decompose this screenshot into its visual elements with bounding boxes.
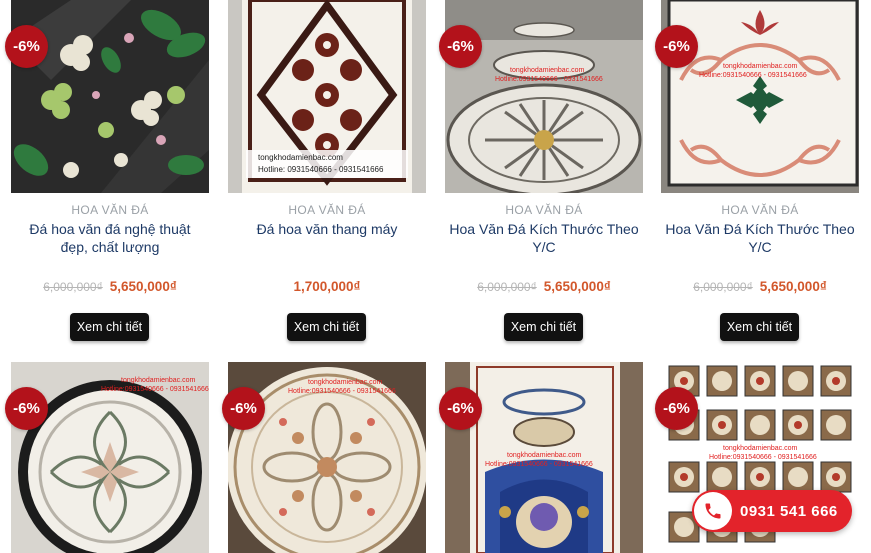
sale-price: 5,650,000₫: [109, 279, 177, 294]
watermark-site: tongkhodamienbac.com: [510, 67, 584, 74]
old-price: 6,000,000₫: [43, 280, 103, 294]
product-price: 6,000,000₫ 5,650,000₫: [661, 279, 859, 294]
stone-pattern-image: tongkhodamienbac.com Hotline:0931540666 …: [228, 362, 426, 553]
sale-price: 5,650,000₫: [759, 279, 827, 294]
watermark-hotline: Hotline:0931540666 - 0931541666: [709, 454, 817, 461]
stone-pattern-image: tongkhodamienbac.com Hotline: 0931540666…: [228, 0, 426, 193]
product-image[interactable]: [11, 0, 209, 193]
watermark-site: tongkhodamienbac.com: [723, 63, 797, 70]
product-card[interactable]: tongkhodamienbac.com Hotline:0931540666 …: [439, 0, 643, 345]
old-price: 6,000,000₫: [693, 280, 753, 294]
stone-pattern-image: tongkhodamienbac.com Hotline:0931540666 …: [445, 0, 643, 193]
discount-badge: -6%: [439, 25, 482, 68]
product-image[interactable]: tongkhodamienbac.com Hotline:0931540666 …: [445, 362, 643, 553]
watermark-hotline: Hotline:0931540666 - 0931541666: [495, 76, 603, 83]
stone-pattern-image: tongkhodamienbac.com Hotline:0931540666 …: [661, 0, 859, 193]
product-card[interactable]: tongkhodamienbac.com Hotline: 0931540666…: [228, 0, 426, 345]
watermark-site: tongkhodamienbac.com: [723, 445, 797, 452]
product-card[interactable]: tongkhodamienbac.com Hotline:0931540666 …: [222, 362, 426, 553]
watermark-site: tongkhodamienbac.com: [121, 377, 195, 384]
watermark-site: tongkhodamienbac.com: [258, 153, 343, 162]
product-card[interactable]: tongkhodamienbac.com Hotline:0931540666 …: [5, 362, 209, 553]
hotline-number: 0931 541 666: [740, 502, 838, 520]
product-image[interactable]: tongkhodamienbac.com Hotline:0931540666 …: [228, 362, 426, 553]
product-price: 6,000,000₫ 5,650,000₫: [11, 279, 209, 294]
watermark-hotline: Hotline: 0931540666 - 0931541666: [258, 165, 384, 174]
stone-pattern-image: tongkhodamienbac.com Hotline:0931540666 …: [11, 362, 209, 553]
hotline-button[interactable]: 0931 541 666: [692, 490, 852, 532]
product-category[interactable]: HOA VĂN ĐÁ: [661, 203, 859, 217]
discount-badge: -6%: [655, 387, 698, 430]
discount-badge: -6%: [222, 387, 265, 430]
product-price: 1,700,000₫: [228, 279, 426, 294]
sale-price: 1,700,000₫: [293, 279, 361, 294]
product-category[interactable]: HOA VĂN ĐÁ: [228, 203, 426, 217]
product-price: 6,000,000₫ 5,650,000₫: [445, 279, 643, 294]
product-card[interactable]: tongkhodamienbac.com Hotline:0931540666 …: [655, 0, 859, 345]
product-title[interactable]: Hoa Văn Đá Kích Thước Theo Y/C: [449, 220, 639, 256]
view-details-button[interactable]: Xem chi tiết: [720, 313, 799, 341]
product-image[interactable]: tongkhodamienbac.com Hotline:0931540666 …: [445, 0, 643, 193]
product-category[interactable]: HOA VĂN ĐÁ: [11, 203, 209, 217]
old-price: 6,000,000₫: [477, 280, 537, 294]
stone-pattern-image: tongkhodamienbac.com Hotline:0931540666 …: [445, 362, 643, 553]
view-details-button[interactable]: Xem chi tiết: [287, 313, 366, 341]
watermark-hotline: Hotline:0931540666 - 0931541666: [101, 386, 209, 393]
discount-badge: -6%: [5, 25, 48, 68]
product-image[interactable]: tongkhodamienbac.com Hotline:0931540666 …: [11, 362, 209, 553]
view-details-button[interactable]: Xem chi tiết: [70, 313, 149, 341]
watermark-hotline: Hotline:0931540666 - 0931541666: [699, 72, 807, 79]
watermark-hotline: Hotline:0931540666 - 0931541666: [288, 388, 396, 395]
phone-icon: [694, 492, 732, 530]
product-image[interactable]: tongkhodamienbac.com Hotline:0931540666 …: [661, 0, 859, 193]
discount-badge: -6%: [439, 387, 482, 430]
product-title[interactable]: Đá hoa văn đá nghệ thuật đẹp, chất lượng: [15, 220, 205, 256]
watermark-hotline: Hotline:0931540666 - 0931541666: [485, 461, 593, 468]
watermark-site: tongkhodamienbac.com: [308, 379, 382, 386]
product-grid: -6% HOA VĂN ĐÁ Đá hoa văn đá nghệ thuật …: [0, 0, 871, 553]
product-title[interactable]: Hoa Văn Đá Kích Thước Theo Y/C: [665, 220, 855, 256]
discount-badge: -6%: [655, 25, 698, 68]
discount-badge: -6%: [5, 387, 48, 430]
watermark-site: tongkhodamienbac.com: [507, 452, 581, 459]
stone-pattern-image: [11, 0, 209, 193]
product-title[interactable]: Đá hoa văn thang máy: [232, 220, 422, 238]
sale-price: 5,650,000₫: [543, 279, 611, 294]
product-category[interactable]: HOA VĂN ĐÁ: [445, 203, 643, 217]
product-card[interactable]: -6% HOA VĂN ĐÁ Đá hoa văn đá nghệ thuật …: [5, 0, 209, 345]
product-card[interactable]: tongkhodamienbac.com Hotline:0931540666 …: [439, 362, 643, 553]
product-image[interactable]: tongkhodamienbac.com Hotline: 0931540666…: [228, 0, 426, 193]
view-details-button[interactable]: Xem chi tiết: [504, 313, 583, 341]
